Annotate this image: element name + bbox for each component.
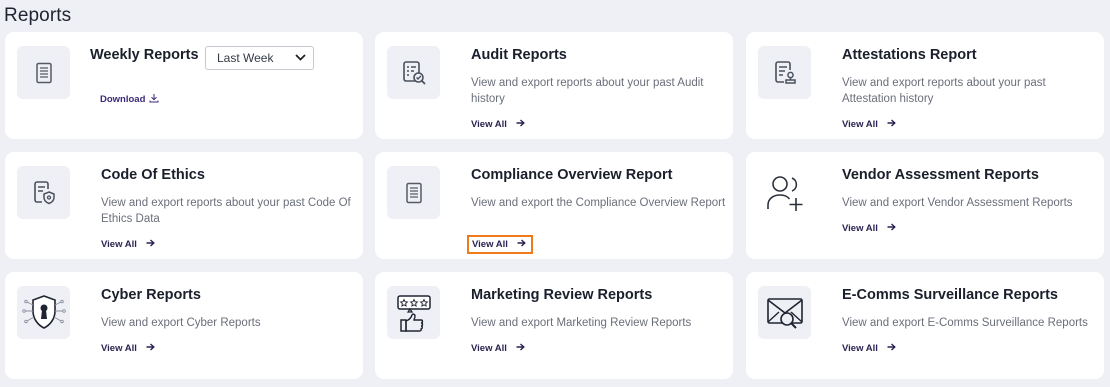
card-title: Vendor Assessment Reports [842, 167, 1039, 183]
weekly-reports-card: Weekly Reports Last Week Download [5, 32, 363, 139]
audit-reports-card: Audit Reports View and export reports ab… [375, 32, 733, 139]
view-all-label: View All [471, 343, 507, 354]
view-all-link[interactable]: View All [471, 343, 525, 354]
document-icon [17, 46, 70, 99]
ethics-shield-document-icon [17, 166, 70, 219]
code-of-ethics-card: Code Of Ethics View and export reports a… [5, 152, 363, 259]
view-all-label: View All [842, 223, 878, 234]
view-all-label: View All [842, 343, 878, 354]
chevron-down-icon [295, 53, 306, 64]
download-label: Download [100, 94, 146, 105]
view-all-label: View All [471, 119, 507, 130]
attestation-document-icon [758, 46, 811, 99]
view-all-link[interactable]: View All [842, 223, 896, 234]
compliance-overview-report-card: Compliance Overview Report View and expo… [375, 152, 733, 259]
view-all-label: View All [101, 239, 137, 250]
arrow-right-icon [516, 119, 525, 130]
arrow-right-icon [887, 119, 896, 130]
card-description: View and export reports about your past … [471, 77, 704, 105]
period-select[interactable]: Last Week [205, 46, 314, 70]
download-link[interactable]: Download [100, 93, 159, 106]
card-description: View and export Vendor Assessment Report… [842, 197, 1073, 209]
view-all-link[interactable]: View All [842, 119, 896, 130]
page-title: Reports [4, 5, 72, 26]
cyber-shield-icon [17, 286, 70, 339]
card-title: E-Comms Surveillance Reports [842, 287, 1058, 303]
add-user-icon [758, 166, 811, 219]
envelope-search-icon [758, 286, 811, 339]
arrow-right-icon [517, 239, 526, 250]
card-title: Audit Reports [471, 47, 567, 63]
card-description: View and export the Compliance Overview … [471, 197, 726, 209]
card-title: Code Of Ethics [101, 167, 205, 183]
view-all-link[interactable]: View All [467, 235, 533, 254]
card-title: Weekly Reports [90, 47, 199, 63]
view-all-link[interactable]: View All [101, 239, 155, 250]
card-title: Cyber Reports [101, 287, 201, 303]
card-description: View and export Cyber Reports [101, 317, 261, 329]
cyber-reports-card: Cyber Reports View and export Cyber Repo… [5, 272, 363, 379]
audit-search-icon [387, 46, 440, 99]
vendor-assessment-reports-card: Vendor Assessment Reports View and expor… [746, 152, 1104, 259]
card-description: View and export Marketing Review Reports [471, 317, 692, 329]
view-all-label: View All [101, 343, 137, 354]
period-select-value: Last Week [217, 51, 274, 65]
arrow-right-icon [146, 239, 155, 250]
card-title: Marketing Review Reports [471, 287, 653, 303]
card-description: View and export reports about your past … [101, 197, 351, 225]
download-icon [149, 93, 159, 106]
view-all-link[interactable]: View All [471, 119, 525, 130]
card-description: View and export E-Comms Surveillance Rep… [842, 317, 1088, 329]
view-all-link[interactable]: View All [842, 343, 896, 354]
arrow-right-icon [887, 343, 896, 354]
ecomms-surveillance-reports-card: E-Comms Surveillance Reports View and ex… [746, 272, 1104, 379]
card-description: View and export reports about your past … [842, 77, 1046, 105]
arrow-right-icon [887, 223, 896, 234]
view-all-label: View All [472, 239, 508, 250]
arrow-right-icon [146, 343, 155, 354]
arrow-right-icon [516, 343, 525, 354]
card-title: Compliance Overview Report [471, 167, 673, 183]
view-all-label: View All [842, 119, 878, 130]
view-all-link[interactable]: View All [101, 343, 155, 354]
marketing-review-reports-card: Marketing Review Reports View and export… [375, 272, 733, 379]
attestations-report-card: Attestations Report View and export repo… [746, 32, 1104, 139]
card-title: Attestations Report [842, 47, 977, 63]
rating-thumbs-up-icon [387, 286, 440, 339]
document-icon [387, 166, 440, 219]
